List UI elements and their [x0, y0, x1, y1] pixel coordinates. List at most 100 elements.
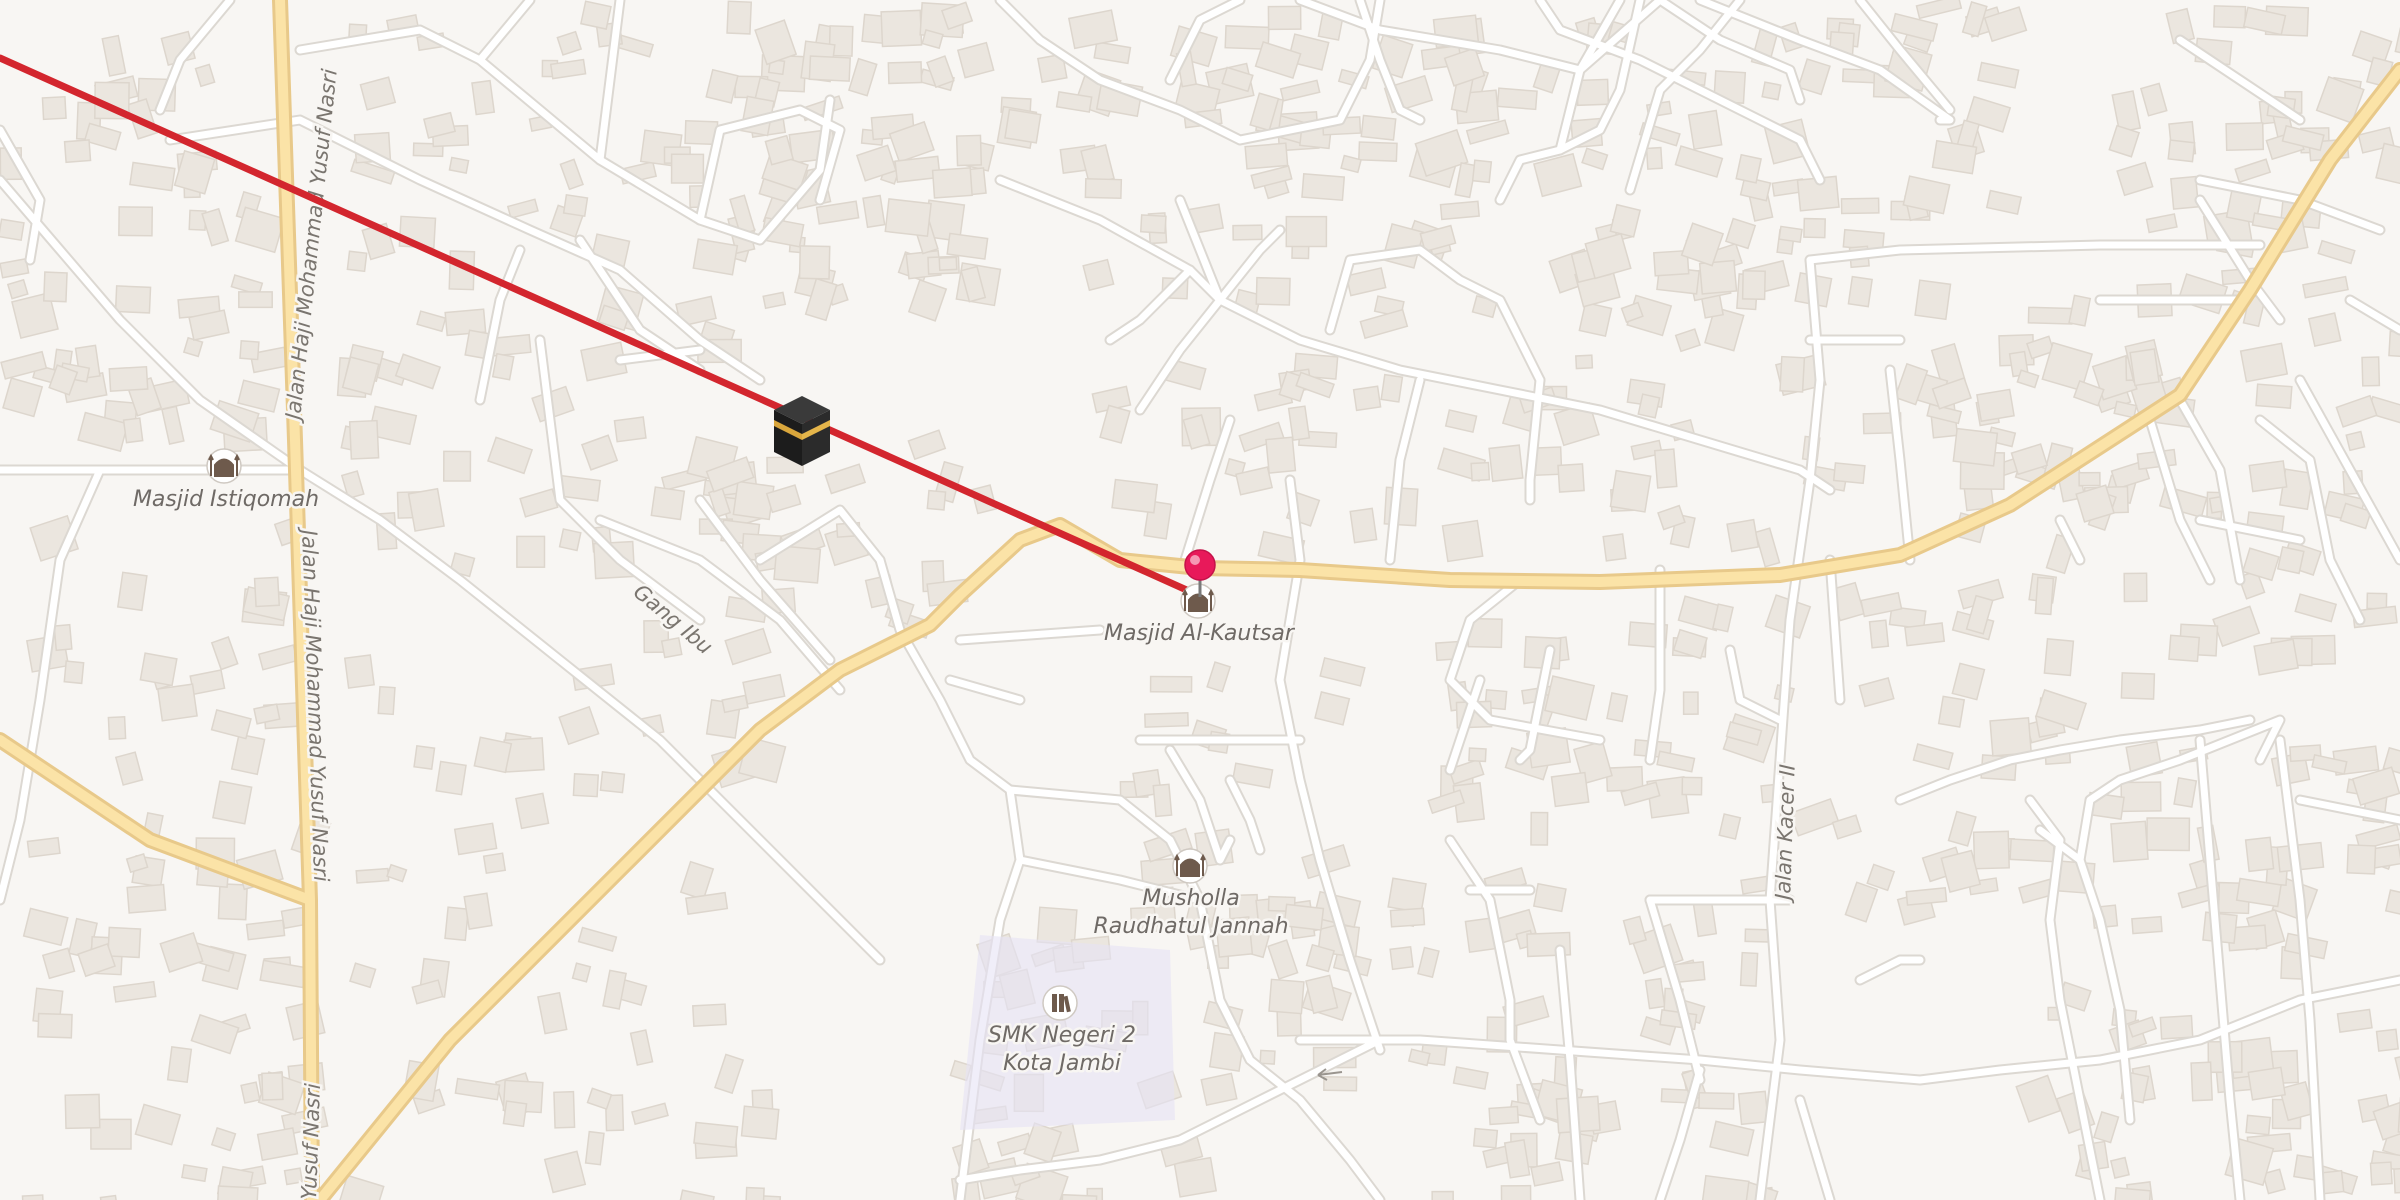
- building: [245, 919, 286, 941]
- building: [1890, 12, 1939, 43]
- building: [1977, 61, 2020, 89]
- residential-road: [2346, 296, 2400, 334]
- building: [238, 291, 273, 309]
- building: [122, 417, 144, 444]
- building: [692, 238, 739, 276]
- building: [660, 637, 683, 659]
- building: [2159, 1014, 2194, 1040]
- building: [234, 206, 286, 254]
- building: [1718, 813, 1742, 840]
- building: [1866, 863, 1896, 892]
- building: [2120, 781, 2162, 813]
- building: [181, 1164, 208, 1183]
- building: [1358, 141, 1398, 162]
- building: [1653, 448, 1678, 489]
- building: [1244, 142, 1289, 170]
- building: [543, 1150, 587, 1194]
- building: [453, 822, 498, 856]
- building: [1345, 267, 1387, 297]
- building: [1656, 750, 1696, 773]
- building: [1840, 197, 1880, 215]
- building: [442, 450, 472, 482]
- building: [1645, 146, 1663, 170]
- mosque-icon: [1180, 583, 1216, 619]
- building: [2393, 1166, 2400, 1194]
- residential-road: [1136, 296, 1224, 414]
- building: [2247, 1066, 2287, 1101]
- building: [1578, 301, 1613, 338]
- building: [1698, 1091, 1735, 1110]
- building: [1496, 87, 1538, 111]
- building: [256, 1127, 299, 1162]
- building: [1067, 9, 1119, 50]
- building: [572, 772, 600, 798]
- building: [824, 463, 867, 495]
- building: [1606, 692, 1629, 723]
- building: [579, 0, 612, 30]
- residential-road: [1796, 1096, 1834, 1200]
- building: [1084, 177, 1123, 200]
- building: [2, 377, 44, 418]
- building: [629, 1029, 654, 1066]
- building: [1581, 147, 1609, 171]
- building: [1340, 154, 1362, 174]
- building: [346, 250, 368, 273]
- building: [1380, 373, 1404, 403]
- building: [1301, 173, 1346, 202]
- building: [2177, 273, 2229, 315]
- building: [407, 487, 445, 532]
- building: [2145, 213, 2178, 234]
- building: [107, 926, 142, 959]
- building: [1682, 691, 1699, 715]
- building: [519, 488, 559, 518]
- building: [114, 751, 144, 786]
- building: [261, 1072, 284, 1101]
- building: [2139, 82, 2168, 117]
- building: [21, 1194, 45, 1200]
- building: [1004, 108, 1042, 144]
- building: [2068, 294, 2092, 327]
- building: [907, 279, 948, 322]
- building: [1550, 771, 1590, 808]
- building: [161, 405, 185, 445]
- building: [118, 206, 154, 237]
- poi-musholla-raudhatul-jannah[interactable]: Musholla Raudhatul Jannah: [1091, 848, 1291, 942]
- building: [1417, 946, 1440, 979]
- building: [1268, 978, 1305, 1015]
- building: [679, 860, 715, 901]
- building: [1232, 224, 1263, 241]
- building: [559, 158, 584, 191]
- building: [42, 271, 68, 303]
- building: [212, 780, 253, 825]
- building: [798, 245, 831, 280]
- building: [41, 947, 76, 980]
- building: [1858, 677, 1895, 708]
- building: [166, 1046, 193, 1084]
- building: [516, 535, 546, 568]
- building: [2043, 637, 2075, 677]
- mosque-icon: [1172, 848, 1208, 884]
- building: [1144, 712, 1189, 728]
- building: [1285, 215, 1328, 248]
- building: [2234, 158, 2272, 184]
- building: [2123, 572, 2148, 603]
- building: [847, 57, 878, 97]
- building: [705, 68, 739, 104]
- building: [101, 34, 127, 77]
- map-canvas[interactable]: Jalan Haji Mohammad Yusuf Nasri Jalan Ha…: [0, 0, 2400, 1200]
- building: [1622, 915, 1648, 946]
- building: [2109, 1156, 2130, 1179]
- building: [1149, 675, 1193, 693]
- building: [239, 339, 260, 361]
- building: [1093, 41, 1132, 65]
- kaaba-icon[interactable]: [774, 396, 830, 466]
- building: [721, 694, 749, 714]
- poi-label-line2: Kota Jambi: [1003, 1051, 1121, 1076]
- building: [571, 962, 592, 983]
- building: [1267, 5, 1302, 31]
- building: [1972, 830, 2010, 870]
- building: [2108, 124, 2141, 158]
- building: [1389, 945, 1414, 971]
- building: [2336, 1008, 2373, 1033]
- building: [602, 969, 627, 1010]
